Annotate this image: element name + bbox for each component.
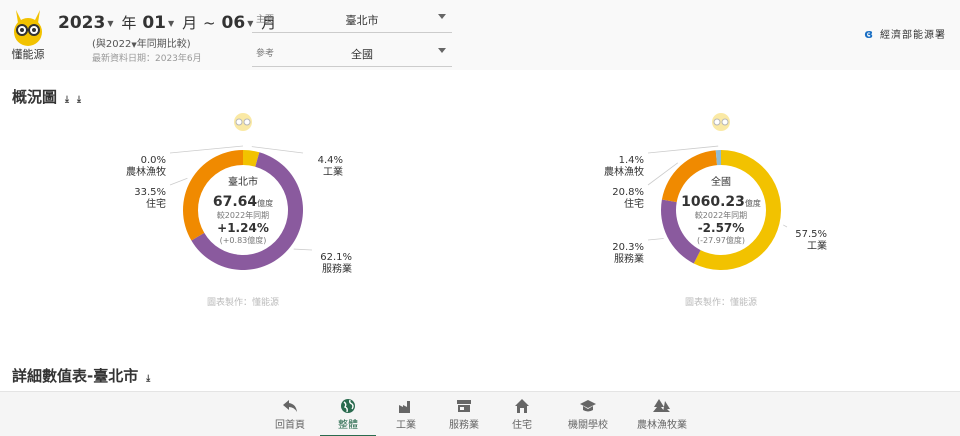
back-arrow-icon [283, 400, 297, 412]
center-change-abs: (+0.83億度) [220, 235, 267, 245]
year-select[interactable]: 2023 ▼ [58, 13, 115, 33]
center-change-abs: (-27.97億度) [697, 235, 745, 245]
center-change-pct: +1.24% [217, 221, 269, 235]
leader-line [783, 224, 788, 228]
center-region-name: 全國 [711, 175, 731, 188]
factory-icon [399, 401, 410, 413]
school-cap-icon [580, 400, 596, 412]
compare-year-select[interactable]: 2022▼ [106, 39, 137, 50]
detail-heading: 詳細數值表-臺北市 ⤓ [12, 367, 151, 385]
store-icon [457, 400, 471, 412]
slice-percent-label: 1.4% [619, 155, 644, 166]
dropdown-arrow-icon [438, 14, 446, 19]
slice-percent-label: 62.1% [320, 252, 352, 263]
nav-industry[interactable]: 工業 [380, 392, 432, 436]
slice-percent-label: 57.5% [795, 229, 827, 240]
leader-line [251, 146, 304, 154]
overview-heading: 概況圖 ⤓ ⤓ [12, 88, 81, 106]
download-icon[interactable]: ⤓ [65, 95, 69, 105]
nav-residential[interactable]: 住宅 [496, 392, 548, 436]
slice-percent-label: 20.3% [612, 242, 644, 253]
last-updated: 最新資料日期：2023年6月 [92, 54, 202, 64]
slice-category-label: 農林漁牧 [604, 165, 644, 178]
globe-icon [341, 399, 355, 413]
slice-category-label: 住宅 [624, 197, 644, 210]
trees-icon [653, 399, 670, 412]
app-header: 懂能源 2023 ▼ 年 01 ▼ 月 ~ 06 ▼ 月 (與2022▼年同期比較) … [0, 0, 960, 70]
chart-credit: 圖表製作：懂能源 [685, 296, 757, 308]
slice-category-label: 服務業 [322, 262, 352, 275]
compare-year: (與2022▼年同期比較) [92, 39, 191, 50]
center-compare-label: 較2022年同期 [695, 210, 747, 220]
center-total: 1060.23億度 [681, 194, 761, 210]
leader-line [647, 238, 664, 241]
center-change-pct: -2.57% [698, 221, 745, 235]
chart-primary: 4.4% 工業 62.1% 服務業 33.5% 住宅 0.0% 農林漁牧臺北市 67.64億度較… [78, 100, 408, 320]
slice-category-label: 工業 [807, 239, 827, 252]
caret-down-icon: ▼ [168, 18, 175, 28]
nav-services[interactable]: 服務業 [436, 392, 492, 436]
center-compare-label: 較2022年同期 [217, 210, 269, 220]
leader-line [293, 248, 313, 251]
primary-region-select[interactable]: 主要 臺北市 [252, 2, 452, 33]
leader-line [169, 177, 188, 186]
agency-brand[interactable]: ɞ 經濟部能源署 [864, 26, 946, 41]
donut-chart: 57.5%工業 20.3%服務業 20.8%住宅 1.4%農林漁牧全國 1060.23億… [604, 113, 827, 308]
center-region-name: 臺北市 [228, 175, 258, 188]
chart-mascot-icon [234, 113, 252, 131]
nav-institutions[interactable]: 機關學校 [556, 392, 620, 436]
nav-agriculture[interactable]: 農林漁牧業 [626, 392, 698, 436]
slice-percent-label: 33.5% [134, 187, 166, 198]
end-month-select[interactable]: 06 ▼ [222, 13, 256, 33]
caret-down-icon: ▼ [107, 18, 114, 28]
donut-chart: 4.4%工業 62.1%服務業 33.5%住宅 0.0%農林漁牧臺北市 67.64億度較… [126, 113, 352, 308]
download-icon[interactable]: ⤓ [146, 374, 150, 384]
mascot-logo-icon [14, 10, 42, 46]
slice-category-label: 農林漁牧 [126, 165, 166, 178]
agency-logo-icon: ɞ [864, 27, 874, 41]
logo-label: 懂能源 [11, 48, 45, 61]
slice-percent-label: 0.0% [141, 155, 166, 166]
nav-home[interactable]: 回首頁 [264, 392, 316, 436]
slice-category-label: 服務業 [614, 252, 644, 265]
slice-percent-label: 4.4% [318, 155, 343, 166]
center-total: 67.64億度 [213, 194, 273, 210]
start-month-select[interactable]: 01 ▼ [142, 13, 176, 33]
chart-mascot-icon [712, 113, 730, 131]
slice-percent-label: 20.8% [612, 187, 644, 198]
dropdown-arrow-icon [438, 48, 446, 53]
house-icon [515, 399, 529, 413]
chart-reference: 57.5% 工業 20.3% 服務業 20.8% 住宅 1.4% 農林漁牧全國 1060.23億… [556, 100, 886, 320]
period-selector: 2023 ▼ 年 01 ▼ 月 ~ 06 ▼ 月 [58, 13, 277, 33]
donut-slice[interactable] [693, 150, 781, 270]
chart-credit: 圖表製作：懂能源 [207, 296, 279, 308]
slice-category-label: 住宅 [146, 197, 166, 210]
nav-overall[interactable]: 整體 [320, 392, 376, 436]
bottom-nav: 回首頁 整體 工業 服務業 住宅 機關學校 農林漁牧業 [0, 391, 960, 436]
slice-category-label: 工業 [323, 165, 343, 178]
reference-region-select[interactable]: 參考 全國 [252, 36, 452, 67]
